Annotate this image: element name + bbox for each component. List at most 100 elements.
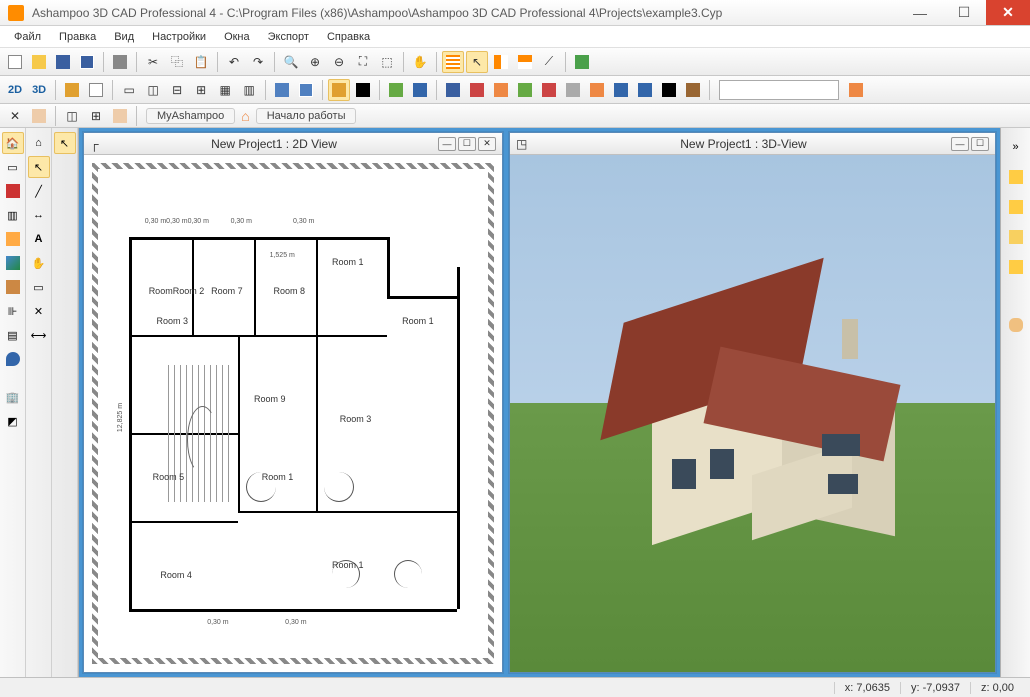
layout-3[interactable]: ⊟	[166, 79, 188, 101]
layout-1[interactable]: ▭	[118, 79, 140, 101]
print-button[interactable]	[109, 51, 131, 73]
text-icon[interactable]: A	[28, 228, 50, 250]
shield-icon[interactable]	[2, 348, 24, 370]
render-btn-1[interactable]	[328, 79, 350, 101]
pan-button[interactable]: ✋	[409, 51, 431, 73]
panel-texture-icon[interactable]	[1005, 256, 1027, 278]
menu-edit[interactable]: Правка	[51, 29, 104, 45]
misc-2[interactable]	[409, 79, 431, 101]
home-button[interactable]	[845, 79, 867, 101]
zoom-in-button[interactable]: ⊕	[304, 51, 326, 73]
misc-12[interactable]	[682, 79, 704, 101]
layers-button[interactable]	[571, 51, 593, 73]
misc-5[interactable]	[514, 79, 536, 101]
hand-icon[interactable]: ✋	[28, 252, 50, 274]
cut-button[interactable]: ✂	[142, 51, 164, 73]
open-button[interactable]	[28, 51, 50, 73]
wall-icon[interactable]: ▭	[2, 156, 24, 178]
3d-label[interactable]: 3D	[28, 84, 50, 96]
cursor-toggle[interactable]: ↖	[466, 51, 488, 73]
window-2d-min[interactable]: —	[438, 137, 456, 151]
door-icon[interactable]	[2, 228, 24, 250]
misc-10[interactable]	[634, 79, 656, 101]
zoom-out-button[interactable]: ⊖	[328, 51, 350, 73]
copy-button[interactable]: ⿻	[166, 51, 188, 73]
obj-btn-2[interactable]	[295, 79, 317, 101]
misc-11[interactable]	[658, 79, 680, 101]
dimension-icon[interactable]: ⟷	[28, 324, 50, 346]
saveas-button[interactable]	[76, 51, 98, 73]
panel-materials-icon[interactable]	[1005, 196, 1027, 218]
close-button[interactable]: ✕	[986, 0, 1030, 25]
myashampoo-link[interactable]: MyAshampoo	[146, 108, 235, 124]
select-icon[interactable]: ↖	[28, 156, 50, 178]
misc-1[interactable]	[385, 79, 407, 101]
misc-4[interactable]	[490, 79, 512, 101]
layout-6[interactable]: ▥	[238, 79, 260, 101]
view-btn-2[interactable]	[85, 79, 107, 101]
window-2d-titlebar[interactable]: ┌ New Project1 : 2D View — ☐ ✕	[84, 133, 502, 155]
guide-v-button[interactable]	[490, 51, 512, 73]
color-btn[interactable]	[442, 79, 464, 101]
menu-help[interactable]: Справка	[319, 29, 378, 45]
line-icon[interactable]: ╱	[28, 180, 50, 202]
structure-icon[interactable]: ▥	[2, 204, 24, 226]
compass-icon[interactable]: ✕	[28, 300, 50, 322]
mode-icon[interactable]: ↖	[54, 132, 76, 154]
misc-8[interactable]	[586, 79, 608, 101]
getting-started-link[interactable]: Начало работы	[256, 108, 357, 124]
floor-selector[interactable]	[719, 80, 839, 100]
layout-4[interactable]: ⊞	[190, 79, 212, 101]
window-3d-min[interactable]: —	[951, 137, 969, 151]
zoom-window-button[interactable]: ⬚	[376, 51, 398, 73]
layout-2[interactable]: ◫	[142, 79, 164, 101]
tool-4[interactable]: ⊞	[85, 105, 107, 127]
tool-1[interactable]: ✕	[4, 105, 26, 127]
floor-icon[interactable]: 🏢	[2, 386, 24, 408]
window-2d-close[interactable]: ✕	[478, 137, 496, 151]
rect-icon[interactable]: ▭	[28, 276, 50, 298]
snap-button[interactable]: ⟋	[538, 51, 560, 73]
maximize-button[interactable]: ☐	[942, 0, 986, 25]
window-2d-canvas[interactable]: RoomRoom 2 Room 3 Room 7 Room 8 Room 1 R…	[84, 155, 502, 672]
railing-icon[interactable]: ⊪	[2, 300, 24, 322]
3d-icon[interactable]	[2, 252, 24, 274]
misc-3[interactable]	[466, 79, 488, 101]
obj-btn-1[interactable]	[271, 79, 293, 101]
render-btn-2[interactable]	[352, 79, 374, 101]
zoom-fit-button[interactable]: ⛶	[352, 51, 374, 73]
section-icon[interactable]: ◩	[2, 410, 24, 432]
minimize-button[interactable]: —	[898, 0, 942, 25]
new-button[interactable]	[4, 51, 26, 73]
paste-button[interactable]: 📋	[190, 51, 212, 73]
redo-button[interactable]: ↷	[247, 51, 269, 73]
panel-folder-icon[interactable]	[1005, 226, 1027, 248]
grid-toggle[interactable]	[442, 51, 464, 73]
window-3d-canvas[interactable]	[510, 155, 995, 672]
outline-icon[interactable]: 🏠	[2, 132, 24, 154]
window-3d-max[interactable]: ☐	[971, 137, 989, 151]
panel-chevron-icon[interactable]: »	[1005, 136, 1027, 158]
house-outline-icon[interactable]: ⌂	[28, 132, 50, 154]
misc-9[interactable]	[610, 79, 632, 101]
view-btn-1[interactable]	[61, 79, 83, 101]
save-button[interactable]	[52, 51, 74, 73]
panel-figure-icon[interactable]	[1005, 314, 1027, 336]
tool-2[interactable]	[28, 105, 50, 127]
menu-settings[interactable]: Настройки	[144, 29, 214, 45]
tool-3[interactable]: ◫	[61, 105, 83, 127]
menu-file[interactable]: Файл	[6, 29, 49, 45]
menu-view[interactable]: Вид	[106, 29, 142, 45]
misc-6[interactable]	[538, 79, 560, 101]
menu-windows[interactable]: Окна	[216, 29, 258, 45]
window-2d-max[interactable]: ☐	[458, 137, 476, 151]
roof-icon[interactable]	[2, 180, 24, 202]
guide-h-button[interactable]	[514, 51, 536, 73]
panel-catalog-icon[interactable]	[1005, 166, 1027, 188]
stairs-icon[interactable]: ▤	[2, 324, 24, 346]
measure-icon[interactable]: ↔	[28, 204, 50, 226]
undo-button[interactable]: ↶	[223, 51, 245, 73]
menu-export[interactable]: Экспорт	[260, 29, 317, 45]
zoom-button[interactable]: 🔍	[280, 51, 302, 73]
2d-label[interactable]: 2D	[4, 84, 26, 96]
